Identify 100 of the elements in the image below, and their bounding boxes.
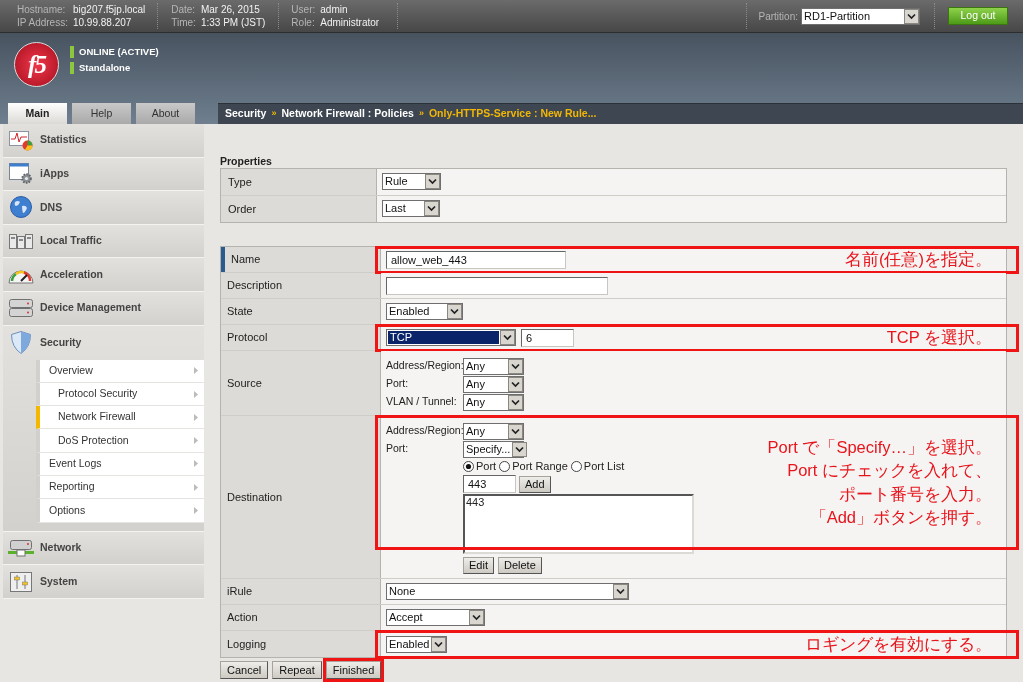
caret-down-icon (512, 441, 528, 457)
caret-down-icon (508, 394, 523, 410)
list-option[interactable]: 443 (465, 496, 486, 509)
field-label: Logging (221, 631, 381, 657)
field-label: Action (221, 605, 381, 630)
annotation-text: 「Add」ボタンを押す。 (809, 507, 992, 528)
caret-down-icon (904, 8, 919, 24)
submenu-item[interactable]: Event Logs (36, 452, 204, 477)
port-listbox[interactable]: 443 (463, 494, 694, 554)
caret-down-icon (508, 423, 523, 439)
info-label: User: (291, 3, 316, 16)
sidebar-item[interactable]: DNS (3, 191, 204, 224)
info-value: Mar 26, 2015 (200, 3, 261, 16)
logo: f5 (14, 42, 59, 87)
submenu-item[interactable]: Network Firewall (36, 406, 204, 430)
breadcrumb-link[interactable]: Security (225, 106, 267, 122)
radio-option[interactable]: Port Range (499, 458, 568, 475)
server-stack-icon (9, 298, 33, 319)
tab[interactable]: Help (72, 103, 131, 124)
breadcrumb-separator: » (418, 107, 424, 121)
dropdown[interactable]: Any (463, 393, 524, 411)
radio-option[interactable]: Port (463, 458, 497, 475)
radio-icon[interactable] (499, 461, 511, 472)
dropdown[interactable]: Enabled (386, 303, 463, 320)
sidebar-item[interactable]: Acceleration (3, 258, 204, 291)
info-label: Date: (171, 3, 196, 16)
caret-right-icon (194, 437, 198, 445)
caret-right-icon (194, 367, 198, 375)
annotation-text: Port で「Specify…」を選択。 (767, 436, 992, 458)
breadcrumb-link[interactable]: Network Firewall : Policies (281, 106, 414, 122)
form-button[interactable]: Cancel (220, 661, 269, 679)
caret-down-icon (425, 174, 440, 190)
text-field[interactable]: allow_web_443 (386, 250, 566, 269)
breadcrumb-current: Only-HTTPS-Service : New Rule... (428, 106, 597, 122)
annotation-text: 名前(任意)を指定。 (845, 249, 992, 271)
list-button[interactable]: Edit (463, 557, 494, 574)
sidebar-item[interactable]: Local Traffic (3, 224, 204, 258)
dropdown[interactable]: Any (463, 357, 524, 375)
field-label: State (221, 299, 381, 324)
submenu-item[interactable]: Reporting (36, 476, 204, 500)
dropdown[interactable]: TCP (386, 329, 516, 346)
text-field[interactable]: 443 (463, 475, 516, 493)
dropdown[interactable]: RD1-Partition (801, 7, 920, 25)
text-field[interactable] (386, 276, 608, 295)
sidebar-item[interactable]: Network (3, 531, 204, 565)
sidebar-item[interactable]: Security (3, 325, 204, 360)
submenu-item[interactable]: Options (36, 499, 204, 523)
sidebar-item[interactable]: System (3, 565, 204, 598)
window-gear-icon (9, 163, 33, 185)
status-text: ONLINE (ACTIVE) (79, 44, 159, 59)
submenu-item[interactable]: DoS Protection (36, 429, 204, 453)
caret-right-icon (194, 390, 198, 398)
field-label: Destination (221, 416, 381, 578)
dropdown[interactable]: Last (382, 200, 440, 218)
partition-label: Partition: (758, 9, 798, 24)
sidebar-item[interactable]: iApps (3, 157, 204, 191)
field-label: Order (221, 195, 377, 222)
section-title: Properties (220, 155, 273, 168)
caret-right-icon (194, 507, 198, 514)
add-button[interactable]: Add (519, 475, 551, 493)
form-button[interactable]: Finished (325, 661, 382, 679)
tab[interactable]: About (136, 103, 195, 124)
info-value: 1:33 PM (JST) (200, 16, 266, 29)
dropdown[interactable]: Specify... (463, 440, 524, 458)
text-field[interactable]: 6 (521, 328, 574, 347)
sidebar-item[interactable]: Device Management (3, 291, 204, 325)
info-label: Role: (291, 16, 316, 29)
dropdown[interactable]: Accept (386, 609, 485, 626)
form-button[interactable]: Repeat (272, 661, 322, 679)
radio-icon[interactable] (570, 461, 582, 472)
status-indicator-icon (70, 62, 74, 74)
dropdown[interactable]: Rule (382, 173, 441, 191)
dropdown[interactable]: Any (463, 375, 524, 393)
field-label: Type (221, 169, 377, 195)
caret-down-icon (431, 636, 447, 652)
submenu-item[interactable]: Overview (36, 359, 204, 383)
annotation-text: TCP を選択。 (886, 327, 992, 349)
breadcrumb-separator: » (271, 107, 277, 121)
radio-option[interactable]: Port List (570, 458, 625, 475)
control-panel-icon (10, 571, 32, 592)
field-label: Address/Region: (386, 423, 463, 439)
field-label: Description (221, 273, 381, 298)
dropdown[interactable]: None (386, 583, 629, 600)
shield-icon (11, 331, 31, 355)
list-button[interactable]: Delete (497, 557, 542, 574)
info-label: Time: (171, 16, 196, 29)
dropdown[interactable]: Any (463, 422, 524, 440)
field-label: Source (221, 351, 381, 415)
caret-down-icon (508, 376, 523, 392)
info-label: Hostname: (17, 3, 67, 16)
field-label: Protocol (221, 325, 381, 350)
sidebar-item[interactable]: Statistics (3, 124, 204, 157)
status-text: Standalone (79, 60, 131, 75)
info-value: Administrator (320, 16, 380, 29)
radio-icon[interactable] (463, 461, 474, 472)
dropdown[interactable]: Enabled (386, 635, 447, 653)
tab[interactable]: Main (8, 103, 67, 124)
caret-down-icon (469, 610, 484, 625)
submenu-item[interactable]: Protocol Security (36, 382, 204, 407)
field-label: Port: (386, 376, 410, 392)
